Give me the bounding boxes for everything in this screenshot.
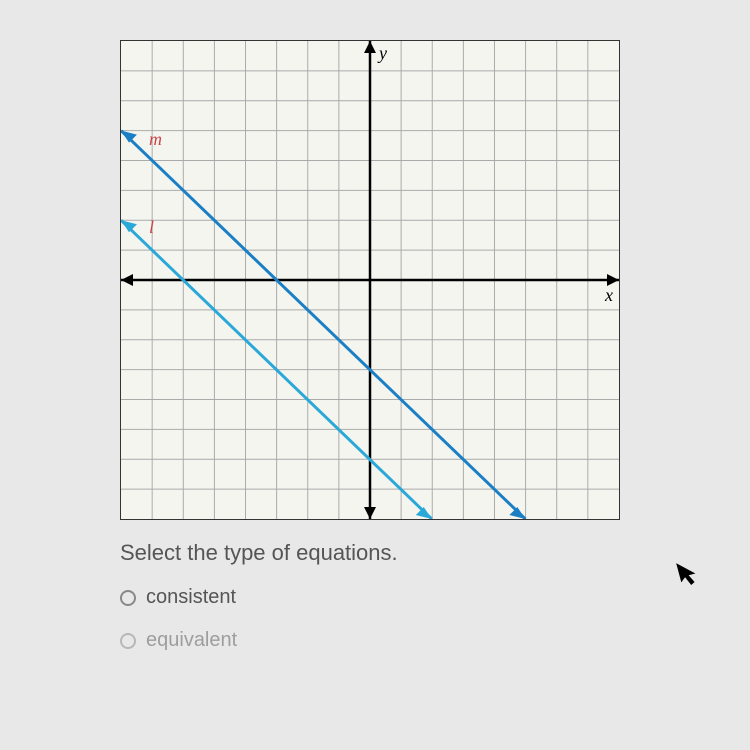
x-axis-label: x <box>605 285 613 306</box>
line-m-label: m <box>149 129 162 150</box>
graph-lines <box>121 41 619 519</box>
option-consistent[interactable]: consistent <box>120 586 670 609</box>
question-prompt: Select the type of equations. <box>120 540 670 566</box>
option-label: equivalent <box>146 629 237 652</box>
y-axis-label: y <box>379 43 387 64</box>
cursor-icon <box>676 558 704 595</box>
radio-icon <box>120 633 136 649</box>
option-label: consistent <box>146 586 236 609</box>
line-l-label: l <box>149 217 154 238</box>
radio-icon <box>120 590 136 606</box>
coordinate-grid: y x m l <box>120 40 620 520</box>
option-equivalent[interactable]: equivalent <box>120 629 670 652</box>
